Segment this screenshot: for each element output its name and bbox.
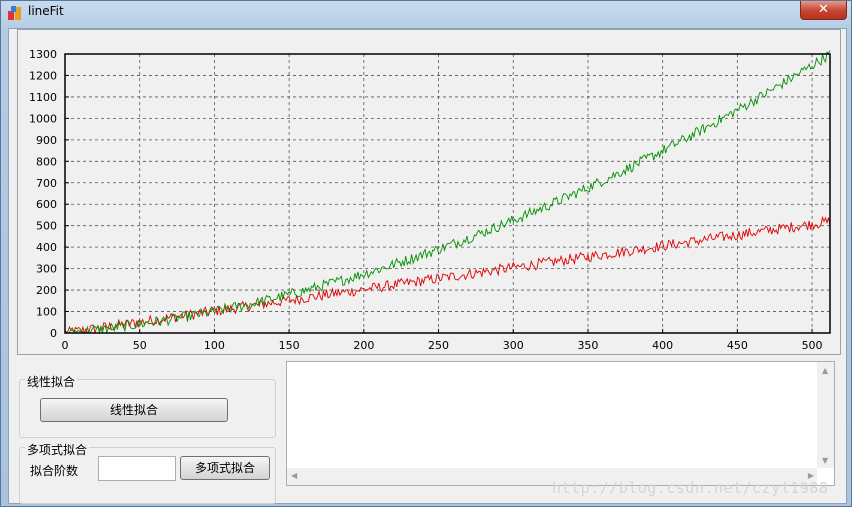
x-tick-label: 0 xyxy=(62,339,69,352)
y-tick-label: 1200 xyxy=(29,69,57,82)
y-tick-label: 800 xyxy=(36,155,57,168)
y-tick-label: 600 xyxy=(36,198,57,211)
y-tick-label: 1100 xyxy=(29,91,57,104)
y-tick-label: 300 xyxy=(36,263,57,276)
y-tick-label: 0 xyxy=(50,327,57,340)
scroll-down-icon[interactable]: ▼ xyxy=(822,456,828,465)
watermark-text: http://blog.csdn.net/czyt1988 xyxy=(552,479,829,497)
poly-fit-button[interactable]: 多项式拟合 xyxy=(180,456,270,480)
vertical-scrollbar[interactable]: ▲ ▼ xyxy=(817,362,834,468)
output-textbox[interactable]: ▲ ▼ ◀ ▶ xyxy=(286,361,835,486)
x-tick-label: 400 xyxy=(652,339,673,352)
x-tick-label: 50 xyxy=(133,339,147,352)
scroll-left-icon[interactable]: ◀ xyxy=(291,471,297,480)
x-tick-label: 150 xyxy=(279,339,300,352)
app-icon xyxy=(8,6,21,20)
client-area: 0 100 200 300 400 500 600 700 800 900 1000 1100 1200… xyxy=(8,28,847,504)
x-tick-label: 350 xyxy=(577,339,598,352)
fit-order-label: 拟合阶数 xyxy=(30,464,79,478)
x-tick-label: 200 xyxy=(353,339,374,352)
y-tick-label: 500 xyxy=(36,220,57,233)
y-tick-label: 1300 xyxy=(29,48,57,61)
y-tick-label: 100 xyxy=(36,306,57,319)
window-title: lineFit xyxy=(28,4,64,18)
x-tick-label: 300 xyxy=(503,339,524,352)
x-tick-label: 500 xyxy=(802,339,823,352)
scroll-up-icon[interactable]: ▲ xyxy=(822,366,828,375)
plot-area xyxy=(65,54,830,333)
chart-panel: 0 100 200 300 400 500 600 700 800 900 1000 1100 1200… xyxy=(17,29,841,355)
y-tick-label: 700 xyxy=(36,177,57,190)
app-window: lineFit ✕ 0 100 200 300 400 500 600 700 800 900 10… xyxy=(0,0,852,507)
y-tick-label: 1000 xyxy=(29,112,57,125)
title-bar[interactable]: lineFit ✕ xyxy=(1,1,851,25)
y-tick-label: 900 xyxy=(36,134,57,147)
line-chart: 0100200300400500600700800900100011001200… xyxy=(29,48,831,352)
fit-order-input[interactable] xyxy=(98,456,176,481)
x-tick-label: 100 xyxy=(204,339,225,352)
x-tick-label: 250 xyxy=(428,339,449,352)
linear-fit-group-title: 线性拟合 xyxy=(25,373,78,390)
poly-fit-group-title: 多项式拟合 xyxy=(25,441,90,458)
close-button[interactable]: ✕ xyxy=(800,1,847,20)
y-tick-label: 200 xyxy=(36,284,57,297)
x-tick-label: 450 xyxy=(727,339,748,352)
linear-fit-button[interactable]: 线性拟合 xyxy=(40,398,228,422)
y-tick-label: 400 xyxy=(36,241,57,254)
